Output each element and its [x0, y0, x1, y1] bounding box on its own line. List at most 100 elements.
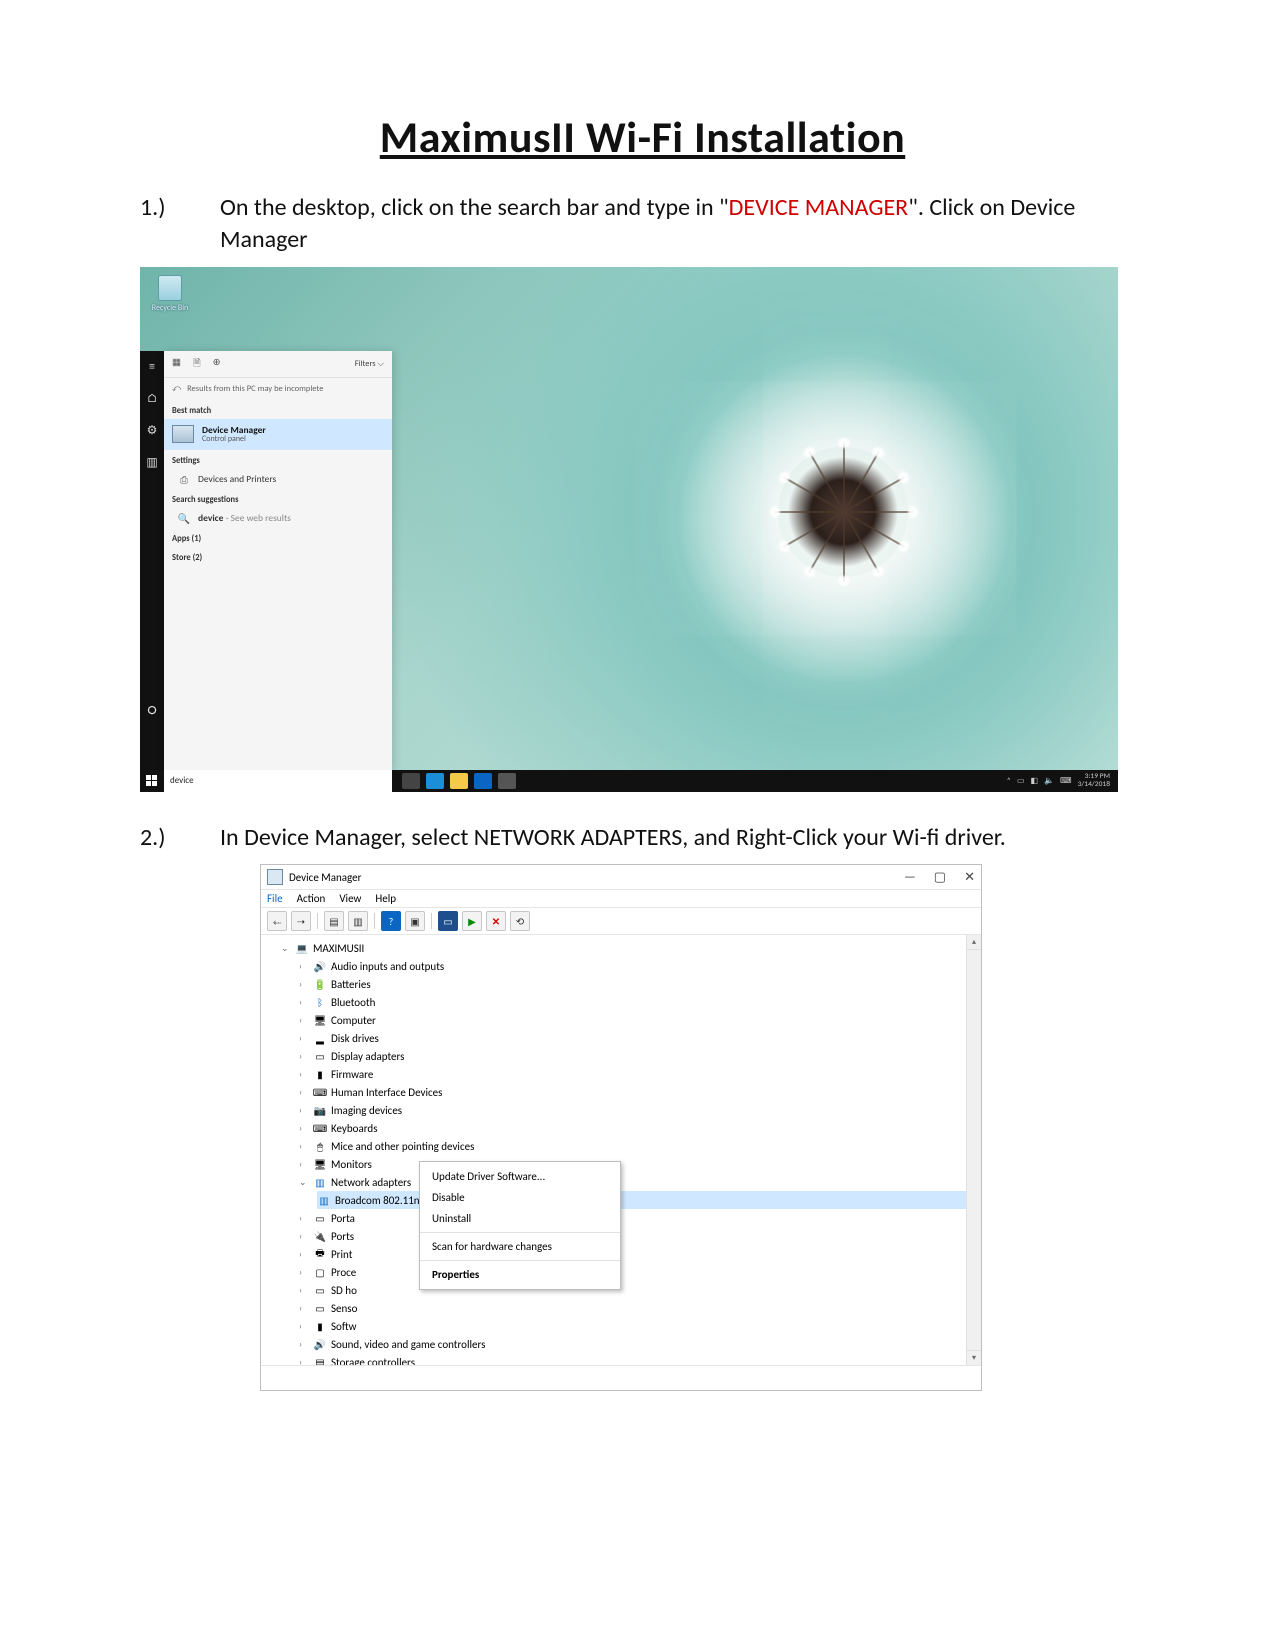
start-button[interactable]: [140, 770, 164, 792]
highlight-device-manager: DEVICE MANAGER: [729, 193, 909, 222]
tree-item-wifi-adapter[interactable]: ▥Broadcom 802.11n Wireless SDIO Adapter: [317, 1191, 977, 1209]
start-menu-rail: ≡ ⌂ ⚙ ▥ ○: [140, 351, 164, 771]
gear-icon[interactable]: ⚙: [140, 415, 164, 447]
hamburger-icon[interactable]: ≡: [140, 351, 164, 383]
close-button[interactable]: ✕: [964, 870, 975, 885]
window-title: Device Manager: [289, 871, 361, 884]
tree-cat[interactable]: ›▭Porta: [299, 1209, 977, 1227]
step-2: 2.) In Device Manager, select NETWORK AD…: [140, 822, 1145, 854]
search-input[interactable]: device: [164, 770, 392, 792]
statusbar: [261, 1366, 981, 1390]
page-title: MaximusII Wi-Fi Installation: [140, 110, 1145, 164]
mail-icon[interactable]: [498, 773, 516, 789]
tree-cat[interactable]: ›🔊Audio inputs and outputs: [299, 957, 977, 975]
scroll-down-icon[interactable]: ▾: [967, 1350, 981, 1365]
step-1-body: On the desktop, click on the search bar …: [220, 192, 1145, 257]
tree-cat[interactable]: ›🔊Sound, video and game controllers: [299, 1335, 977, 1353]
tree-cat[interactable]: ›🖶Print: [299, 1245, 977, 1263]
tray-keyboard-icon[interactable]: ⌨: [1060, 776, 1072, 786]
search-icon: 🔍: [178, 512, 190, 524]
toolbar: ⬸ ➝ ▤ ▥ ? ▣ ▭ ▶ ✕ ⟲: [261, 908, 981, 935]
apps-header[interactable]: Apps (1): [164, 528, 392, 547]
web-tab-icon[interactable]: ⊕: [213, 356, 221, 372]
tray-action-center-icon[interactable]: ▭: [1017, 776, 1025, 786]
store-icon[interactable]: [474, 773, 492, 789]
cortana-icon[interactable]: ○: [140, 699, 164, 723]
tree-cat[interactable]: ›▤Storage controllers: [299, 1353, 977, 1366]
menu-file[interactable]: File: [267, 892, 283, 905]
toolbar-update-icon[interactable]: ▭: [438, 911, 458, 931]
incomplete-results-note: Results from this PC may be incomplete: [187, 384, 323, 394]
menu-view[interactable]: View: [339, 892, 361, 905]
tree-cat[interactable]: ›🖥Computer: [299, 1011, 977, 1029]
toolbar-list-icon[interactable]: ▥: [348, 911, 368, 931]
menu-properties[interactable]: Properties: [420, 1264, 620, 1285]
titlebar: Device Manager — ▢ ✕: [261, 865, 981, 889]
wallpaper-decoration: [778, 447, 908, 577]
best-match-header: Best match: [164, 400, 392, 419]
store-header[interactable]: Store (2): [164, 547, 392, 566]
tree-cat[interactable]: ›ᛒBluetooth: [299, 993, 977, 1011]
web-suggestion-device[interactable]: 🔍 device - See web results: [164, 508, 392, 528]
menu-uninstall[interactable]: Uninstall: [420, 1208, 620, 1229]
menu-disable[interactable]: Disable: [420, 1187, 620, 1208]
recycle-bin-icon[interactable]: Recycle Bin: [150, 275, 190, 313]
suggestions-header: Search suggestions: [164, 489, 392, 508]
taskview-icon[interactable]: [402, 773, 420, 789]
toolbar-enable-icon[interactable]: ▶: [462, 911, 482, 931]
settings-devices-printers[interactable]: ⎙ Devices and Printers: [164, 469, 392, 489]
tree-cat[interactable]: ›▢Proce: [299, 1263, 977, 1281]
tree-root[interactable]: ⌄💻MAXIMUSII: [281, 939, 977, 957]
tree-cat[interactable]: ›🔌Ports: [299, 1227, 977, 1245]
pictures-icon[interactable]: ▥: [140, 447, 164, 479]
vertical-scrollbar[interactable]: ▴ ▾: [966, 935, 981, 1365]
toolbar-forward-icon[interactable]: ➝: [291, 911, 311, 931]
tree-cat[interactable]: ›🔋Batteries: [299, 975, 977, 993]
maximize-button[interactable]: ▢: [934, 870, 946, 885]
device-manager-icon: [172, 425, 194, 443]
settings-header: Settings: [164, 450, 392, 469]
apps-tab-icon[interactable]: ▦: [172, 356, 181, 372]
best-match-device-manager[interactable]: Device Manager Control panel: [164, 419, 392, 450]
toolbar-help-icon[interactable]: ?: [381, 911, 401, 931]
scroll-up-icon[interactable]: ▴: [967, 935, 981, 950]
screenshot-desktop-search: Recycle Bin ≡ ⌂ ⚙ ▥ ○: [140, 267, 1118, 792]
toolbar-refresh-icon[interactable]: ⟲: [510, 911, 530, 931]
home-icon[interactable]: ⌂: [140, 383, 164, 415]
tree-cat[interactable]: ›📷Imaging devices: [299, 1101, 977, 1119]
menu-help[interactable]: Help: [375, 892, 396, 905]
tree-cat[interactable]: ›⌨Human Interface Devices: [299, 1083, 977, 1101]
menubar: File Action View Help: [261, 889, 981, 908]
menu-scan-hardware[interactable]: Scan for hardware changes: [420, 1236, 620, 1257]
documents-tab-icon[interactable]: 🗎: [193, 356, 201, 372]
app-icon: [267, 869, 283, 885]
explorer-icon[interactable]: [450, 773, 468, 789]
toolbar-uninstall-icon[interactable]: ✕: [486, 911, 506, 931]
taskbar-clock[interactable]: 3:19 PM 3/14/2018: [1078, 773, 1110, 788]
tray-network-icon[interactable]: ◧: [1031, 776, 1039, 786]
tree-cat[interactable]: ›▂Disk drives: [299, 1029, 977, 1047]
context-menu: Update Driver Software... Disable Uninst…: [419, 1161, 621, 1290]
tree-cat[interactable]: ›▮Firmware: [299, 1065, 977, 1083]
search-results-panel: ▦ 🗎 ⊕ Filters ⌵ ⤺ Results from this PC m…: [164, 351, 392, 771]
step-2-number: 2.): [140, 822, 190, 854]
tray-chevron-icon[interactable]: ˄: [1007, 776, 1011, 786]
edge-icon[interactable]: [426, 773, 444, 789]
tree-cat-network[interactable]: ⌄▥Network adapters: [299, 1173, 977, 1191]
toolbar-scan-icon[interactable]: ▣: [405, 911, 425, 931]
toolbar-properties-icon[interactable]: ▤: [324, 911, 344, 931]
menu-action[interactable]: Action: [297, 892, 326, 905]
menu-update-driver[interactable]: Update Driver Software...: [420, 1166, 620, 1187]
tree-cat[interactable]: ›⌨Keyboards: [299, 1119, 977, 1137]
step-1: 1.) On the desktop, click on the search …: [140, 192, 1145, 257]
toolbar-back-icon[interactable]: ⬸: [267, 911, 287, 931]
filters-dropdown[interactable]: Filters ⌵: [355, 359, 384, 369]
tree-cat[interactable]: ›▮Softw: [299, 1317, 977, 1335]
step-1-number: 1.): [140, 192, 190, 257]
minimize-button[interactable]: —: [904, 870, 916, 885]
tree-cat[interactable]: ›🖱Mice and other pointing devices: [299, 1137, 977, 1155]
tree-cat[interactable]: ›🖥Monitors: [299, 1155, 977, 1173]
tray-volume-icon[interactable]: 🔈: [1044, 776, 1054, 786]
tree-cat[interactable]: ›▭SD ho: [299, 1281, 977, 1299]
tree-cat[interactable]: ›▭Display adapters: [299, 1047, 977, 1065]
